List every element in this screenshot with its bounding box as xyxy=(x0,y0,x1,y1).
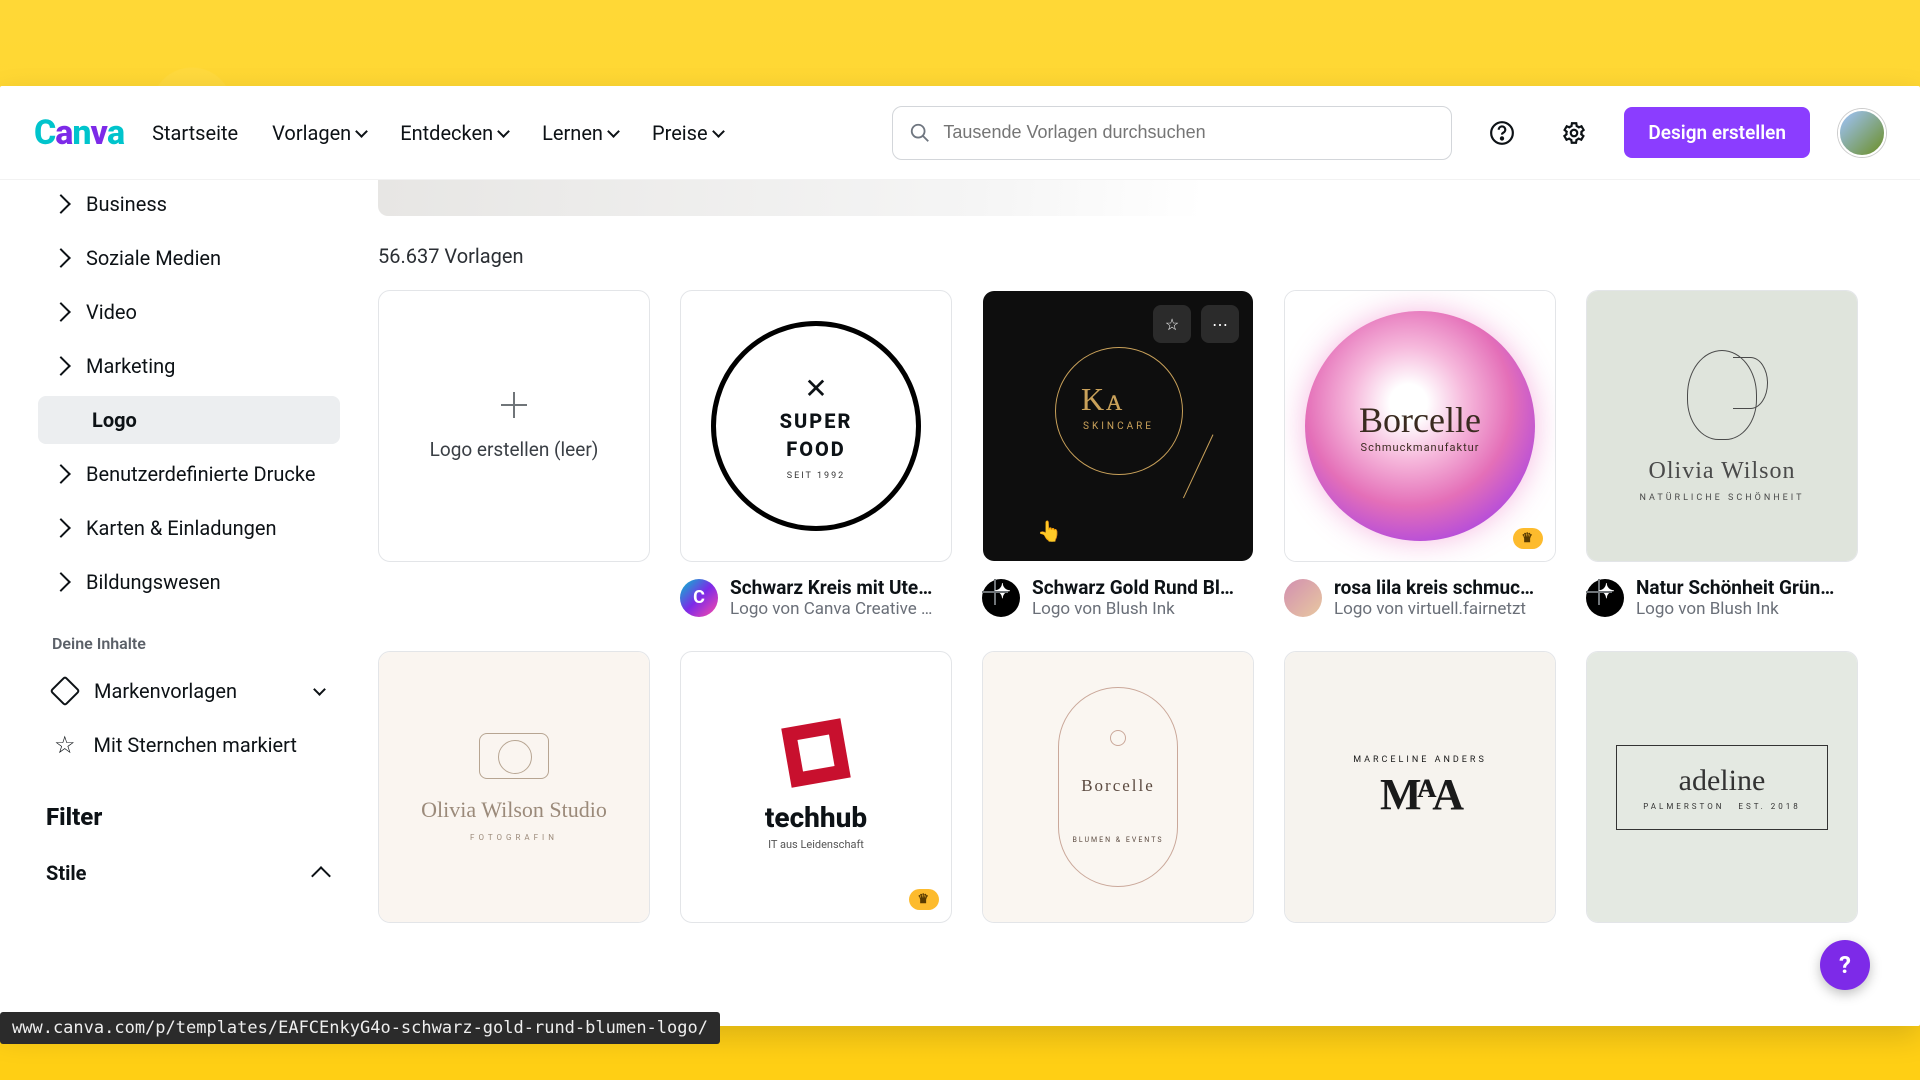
settings-icon[interactable] xyxy=(1552,111,1596,155)
more-icon: ⋯ xyxy=(1212,315,1228,334)
chevron-down-icon xyxy=(355,125,368,138)
chevron-down-icon xyxy=(607,125,620,138)
your-content-title: Deine Inhalte xyxy=(52,634,340,653)
blank-template-tile[interactable]: Logo erstellen (leer) xyxy=(378,290,650,562)
chevron-down-icon xyxy=(497,125,510,138)
tile-subtitle: Logo von Blush Ink xyxy=(1032,599,1234,619)
chevron-right-icon xyxy=(51,194,71,214)
page-body: Business Soziale Medien Video Marketing … xyxy=(0,180,1920,1026)
top-nav: Canva Startseite Vorlagen Entdecken Lern… xyxy=(0,86,1920,180)
star-icon: ☆ xyxy=(54,733,76,757)
filter-heading: Filter xyxy=(46,803,340,831)
chevron-right-icon xyxy=(51,356,71,376)
chevron-up-icon xyxy=(311,866,331,886)
tile-title[interactable]: Natur Schönheit Grün… xyxy=(1636,576,1834,599)
crown-icon: ♛ xyxy=(917,892,929,907)
sidebar-item-marketing[interactable]: Marketing xyxy=(38,342,340,390)
nav-templates[interactable]: Vorlagen xyxy=(272,121,366,145)
search-input[interactable] xyxy=(943,122,1435,143)
template-tile[interactable]: adeline PALMERSTONEST. 2018 xyxy=(1586,651,1858,923)
tile-subtitle: Logo von virtuell.fairnetzt xyxy=(1334,599,1534,619)
help-icon[interactable] xyxy=(1480,111,1524,155)
nav-learn[interactable]: Lernen xyxy=(542,121,618,145)
chevron-right-icon xyxy=(51,248,71,268)
nav-home[interactable]: Startseite xyxy=(152,121,238,145)
hero-band xyxy=(378,180,1880,216)
sidebar-item-education[interactable]: Bildungswesen xyxy=(38,558,340,606)
sidebar-brand-templates[interactable]: Markenvorlagen xyxy=(38,667,340,715)
utensils-icon: ✕ xyxy=(804,372,827,405)
chevron-right-icon xyxy=(51,464,71,484)
chevron-down-icon xyxy=(712,125,725,138)
favorite-button[interactable]: ☆ xyxy=(1153,305,1191,343)
tile-title[interactable]: rosa lila kreis schmuc… xyxy=(1334,576,1534,599)
sidebar-starred[interactable]: ☆ Mit Sternchen markiert xyxy=(38,721,340,769)
template-tile[interactable]: ✕ SUPER FOOD SEIT 1992 xyxy=(680,290,952,562)
pro-badge: ♛ xyxy=(909,889,939,910)
template-count: 56.637 Vorlagen xyxy=(378,244,1880,268)
chevron-right-icon xyxy=(51,518,71,538)
sidebar-item-video[interactable]: Video xyxy=(38,288,340,336)
sidebar-item-social[interactable]: Soziale Medien xyxy=(38,234,340,282)
tile-subtitle: Logo von Blush Ink xyxy=(1636,599,1834,619)
template-tile[interactable]: Olivia Wilson NATÜRLICHE SCHÖNHEIT xyxy=(1586,290,1858,562)
search-icon xyxy=(909,122,931,144)
tile-title[interactable]: Schwarz Kreis mit Ute… xyxy=(730,576,932,599)
main-content: 56.637 Vorlagen Logo erstellen (leer) ✕ … xyxy=(368,180,1920,1026)
tile-title[interactable]: Schwarz Gold Rund Bl… xyxy=(1032,576,1234,599)
author-avatar[interactable] xyxy=(982,579,1020,617)
more-options-button[interactable]: ⋯ xyxy=(1201,305,1239,343)
author-avatar[interactable] xyxy=(1586,579,1624,617)
user-avatar[interactable] xyxy=(1838,109,1886,157)
template-tile[interactable]: Kᴀ SKINCARE ☆ ⋯ 👆 xyxy=(982,290,1254,562)
canva-logo[interactable]: Canva xyxy=(34,113,124,153)
template-grid: Logo erstellen (leer) ✕ SUPER FOOD SEIT … xyxy=(378,290,1880,975)
chevron-right-icon xyxy=(51,572,71,592)
template-tile[interactable]: Borcelle Schmuckmanufaktur ♛ xyxy=(1284,290,1556,562)
author-avatar[interactable]: C xyxy=(680,579,718,617)
status-url: www.canva.com/p/templates/EAFCEnkyG4o-sc… xyxy=(0,1012,720,1044)
chevron-down-icon xyxy=(313,683,326,696)
template-tile[interactable]: techhub IT aus Leidenschaft ♛ xyxy=(680,651,952,923)
brand-icon xyxy=(49,675,80,706)
template-tile[interactable]: MARCELINE ANDERS MᴬA xyxy=(1284,651,1556,923)
sidebar-item-custom-print[interactable]: Benutzerdefinierte Drucke xyxy=(38,450,340,498)
star-icon: ☆ xyxy=(1165,315,1179,334)
nav-discover[interactable]: Entdecken xyxy=(400,121,508,145)
plus-icon xyxy=(501,392,527,418)
create-design-button[interactable]: Design erstellen xyxy=(1624,107,1810,158)
author-avatar[interactable] xyxy=(1284,579,1322,617)
pro-badge: ♛ xyxy=(1513,528,1543,549)
template-tile[interactable]: Olivia Wilson Studio FOTOGRAFIN xyxy=(378,651,650,923)
sidebar-item-logo[interactable]: Logo xyxy=(38,396,340,444)
sidebar: Business Soziale Medien Video Marketing … xyxy=(0,180,368,1026)
blank-tile-label: Logo erstellen (leer) xyxy=(430,438,599,461)
template-tile[interactable]: Borcelle BLUMEN & EVENTS xyxy=(982,651,1254,923)
sidebar-item-business[interactable]: Business xyxy=(38,180,340,228)
search-box[interactable] xyxy=(892,106,1452,160)
crown-icon: ♛ xyxy=(1521,531,1533,546)
tile-subtitle: Logo von Canva Creative … xyxy=(730,599,932,619)
filter-style-toggle[interactable]: Stile xyxy=(38,851,340,895)
sidebar-item-cards[interactable]: Karten & Einladungen xyxy=(38,504,340,552)
chevron-right-icon xyxy=(51,302,71,322)
nav-pricing[interactable]: Preise xyxy=(652,121,723,145)
help-fab[interactable]: ? xyxy=(1820,940,1870,990)
nav-links: Startseite Vorlagen Entdecken Lernen Pre… xyxy=(152,121,723,145)
